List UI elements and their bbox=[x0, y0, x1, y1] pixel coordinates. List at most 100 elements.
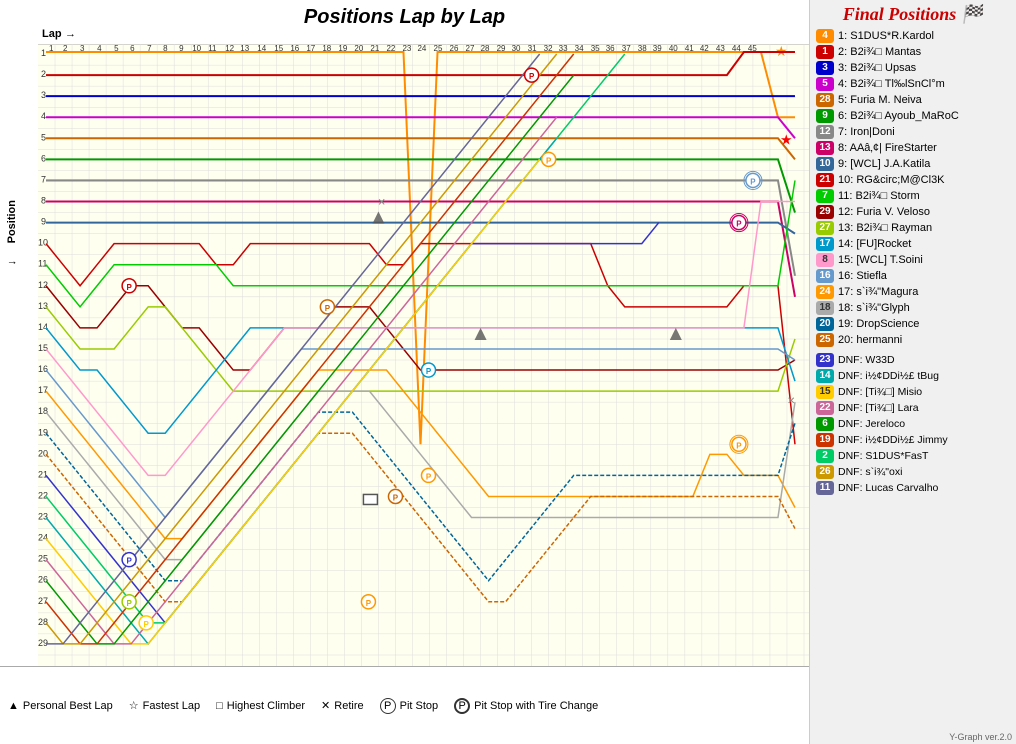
pos-name-9: 9: [WCL] J.A.Katila bbox=[838, 158, 930, 170]
legend-highest-climber: □ Highest Climber bbox=[216, 700, 305, 712]
svg-text:20: 20 bbox=[38, 448, 48, 458]
dnf-4: 22 DNF: [Ti¾□] Lara bbox=[816, 401, 1010, 415]
pos-badge-5: 28 bbox=[816, 93, 834, 107]
legend-pit-tire: P Pit Stop with Tire Change bbox=[454, 698, 598, 714]
final-pos-7: 12 7: Iron|Doni bbox=[816, 125, 1010, 139]
svg-text:5: 5 bbox=[41, 132, 46, 142]
chart-plot-area: 1 2 3 4 5 6 7 8 9 10 11 12 13 14 15 16 1… bbox=[38, 44, 809, 666]
final-pos-13: 27 13: B2i¾□ Rayman bbox=[816, 221, 1010, 235]
svg-text:P: P bbox=[426, 367, 432, 376]
position-arrow: ↓ bbox=[6, 260, 18, 266]
personal-best-icon: ▲ bbox=[8, 700, 19, 712]
final-pos-12: 29 12: Furia V. Veloso bbox=[816, 205, 1010, 219]
dnf-name-5: DNF: Jereloco bbox=[838, 418, 905, 430]
svg-text:✕: ✕ bbox=[377, 198, 385, 209]
svg-text:✕: ✕ bbox=[787, 396, 795, 407]
pos-badge-7: 12 bbox=[816, 125, 834, 139]
pos-name-14: 14: [FU]Rocket bbox=[838, 238, 911, 250]
pos-name-19: 19: DropScience bbox=[838, 318, 919, 330]
dnf-badge-4: 22 bbox=[816, 401, 834, 415]
svg-text:10: 10 bbox=[38, 238, 48, 248]
svg-text:16: 16 bbox=[38, 364, 48, 374]
dnf-3: 15 DNF: [Ti¾□] Misio bbox=[816, 385, 1010, 399]
dnf-6: 19 DNF: i½¢DDi½£ Jimmy bbox=[816, 433, 1010, 447]
svg-text:P: P bbox=[325, 304, 331, 313]
dnf-name-3: DNF: [Ti¾□] Misio bbox=[838, 386, 922, 398]
svg-text:P: P bbox=[126, 557, 132, 566]
final-pos-5: 28 5: Furia M. Neiva bbox=[816, 93, 1010, 107]
legend-retire: ✕ Retire bbox=[321, 699, 364, 712]
final-pos-1: 4 1: S1DUS*R.Kardol bbox=[816, 29, 1010, 43]
retire-label: Retire bbox=[334, 700, 363, 712]
pos-badge-16: 16 bbox=[816, 269, 834, 283]
pos-name-4: 4: B2i¾□ Tl‰lSnCl°m bbox=[838, 78, 945, 90]
dnf-badge-1: 23 bbox=[816, 353, 834, 367]
checkered-flag-icon: 🏁 bbox=[961, 4, 983, 24]
svg-text:7: 7 bbox=[41, 174, 46, 184]
pos-badge-13: 27 bbox=[816, 221, 834, 235]
version-label: Y-Graph ver.2.0 bbox=[949, 732, 1012, 742]
dnf-name-1: DNF: W33D bbox=[838, 354, 895, 366]
highest-climber-icon: □ bbox=[216, 700, 223, 712]
pos-badge-4: 5 bbox=[816, 77, 834, 91]
svg-text:12: 12 bbox=[38, 280, 48, 290]
legend-personal-best: ▲ Personal Best Lap bbox=[8, 700, 113, 712]
final-pos-4: 5 4: B2i¾□ Tl‰lSnCl°m bbox=[816, 77, 1010, 91]
dnf-name-8: DNF: s`i¾"oxi bbox=[838, 466, 902, 478]
svg-text:26: 26 bbox=[38, 575, 48, 585]
svg-text:25: 25 bbox=[38, 554, 48, 564]
chart-title: Positions Lap by Lap bbox=[0, 0, 809, 31]
dnf-name-4: DNF: [Ti¾□] Lara bbox=[838, 402, 919, 414]
chart-svg: 1 2 3 4 5 6 7 8 9 10 11 12 13 14 15 16 1… bbox=[38, 44, 809, 666]
final-positions-label: Final Positions bbox=[843, 4, 957, 24]
lap-arrow: → bbox=[65, 28, 76, 40]
svg-text:11: 11 bbox=[38, 259, 47, 269]
pos-name-8: 8: AAâ‚¢| FireStarter bbox=[838, 142, 937, 154]
final-pos-9: 10 9: [WCL] J.A.Katila bbox=[816, 157, 1010, 171]
svg-text:P: P bbox=[736, 220, 742, 229]
pos-badge-1: 4 bbox=[816, 29, 834, 43]
svg-text:P: P bbox=[393, 493, 399, 502]
pos-badge-8: 13 bbox=[816, 141, 834, 155]
pos-badge-17: 24 bbox=[816, 285, 834, 299]
svg-text:P: P bbox=[366, 599, 372, 608]
dnf-badge-2: 14 bbox=[816, 369, 834, 383]
dnf-1: 23 DNF: W33D bbox=[816, 353, 1010, 367]
pit-tire-label: Pit Stop with Tire Change bbox=[474, 700, 598, 712]
svg-text:P: P bbox=[426, 472, 432, 481]
lap-label: Lap bbox=[42, 28, 62, 40]
svg-text:22: 22 bbox=[38, 490, 48, 500]
pit-stop-icon: P bbox=[380, 698, 396, 714]
svg-text:P: P bbox=[736, 441, 742, 450]
highest-climber-label: Highest Climber bbox=[227, 700, 305, 712]
svg-text:21: 21 bbox=[38, 469, 48, 479]
dnf-badge-8: 26 bbox=[816, 465, 834, 479]
dnf-badge-3: 15 bbox=[816, 385, 834, 399]
legend-pit-stop: P Pit Stop bbox=[380, 698, 439, 714]
svg-text:24: 24 bbox=[38, 533, 48, 543]
svg-text:27: 27 bbox=[38, 596, 48, 606]
svg-text:4: 4 bbox=[41, 111, 46, 121]
svg-text:19: 19 bbox=[38, 427, 48, 437]
dnf-badge-9: 11 bbox=[816, 481, 834, 495]
svg-text:13: 13 bbox=[38, 301, 48, 311]
svg-text:14: 14 bbox=[38, 322, 48, 332]
dnf-badge-7: 2 bbox=[816, 449, 834, 463]
pos-badge-20: 25 bbox=[816, 333, 834, 347]
pos-name-18: 18: s`i¾"Glyph bbox=[838, 302, 910, 314]
svg-text:★: ★ bbox=[780, 131, 793, 147]
pit-tire-icon: P bbox=[454, 698, 470, 714]
final-pos-2: 1 2: B2i¾□ Mantas bbox=[816, 45, 1010, 59]
dnf-2: 14 DNF: i½¢DDi½£ tBug bbox=[816, 369, 1010, 383]
dnf-name-6: DNF: i½¢DDi½£ Jimmy bbox=[838, 434, 948, 446]
final-positions-list: 4 1: S1DUS*R.Kardol 1 2: B2i¾□ Mantas 3 … bbox=[816, 29, 1010, 347]
pos-badge-14: 17 bbox=[816, 237, 834, 251]
svg-text:17: 17 bbox=[38, 385, 48, 395]
svg-text:P: P bbox=[126, 283, 132, 292]
fastest-lap-icon: ☆ bbox=[129, 699, 139, 712]
pos-name-5: 5: Furia M. Neiva bbox=[838, 94, 922, 106]
svg-text:P: P bbox=[143, 620, 149, 629]
dnf-badge-6: 19 bbox=[816, 433, 834, 447]
svg-text:P: P bbox=[546, 156, 552, 165]
pos-name-13: 13: B2i¾□ Rayman bbox=[838, 222, 932, 234]
